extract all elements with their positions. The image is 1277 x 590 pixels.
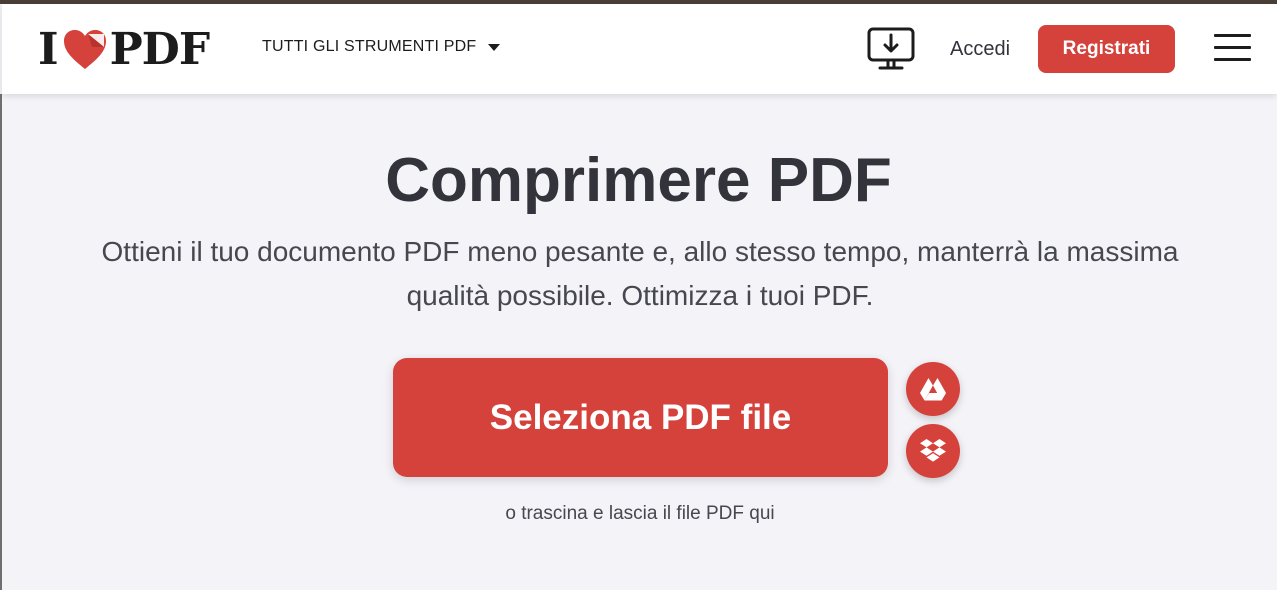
dropbox-button[interactable] [906, 424, 960, 478]
all-tools-dropdown[interactable]: TUTTI GLI STRUMENTI PDF [262, 38, 501, 56]
logo-text-pdf: PDF [109, 24, 210, 75]
login-link[interactable]: Accedi [950, 38, 1010, 61]
ilovepdf-logo[interactable]: I PDF [38, 24, 210, 75]
drag-drop-hint: o trascina e lascia il file PDF qui [505, 503, 775, 524]
menu-bar [1214, 46, 1251, 49]
heart-icon [63, 30, 106, 69]
menu-bar [1214, 58, 1251, 61]
hamburger-menu-icon[interactable] [1214, 34, 1251, 64]
menu-bar [1214, 34, 1251, 37]
google-drive-icon [920, 378, 946, 401]
register-button[interactable]: Registrati [1038, 25, 1175, 73]
desktop-app-download-button[interactable] [866, 26, 916, 72]
logo-text-i: I [38, 24, 59, 75]
desktop-download-icon [867, 27, 915, 70]
caret-down-icon [488, 43, 501, 51]
dropbox-icon [920, 439, 946, 462]
all-tools-label: TUTTI GLI STRUMENTI PDF [262, 38, 477, 55]
page-title: Comprimere PDF [385, 146, 892, 215]
top-navbar: I PDF TUTTI GLI STRUMENTI PDF Accedi Reg… [2, 4, 1277, 94]
google-drive-button[interactable] [906, 362, 960, 416]
select-pdf-file-button[interactable]: Seleziona PDF file [393, 358, 888, 477]
page-subtitle: Ottieni il tuo documento PDF meno pesant… [101, 236, 1179, 311]
